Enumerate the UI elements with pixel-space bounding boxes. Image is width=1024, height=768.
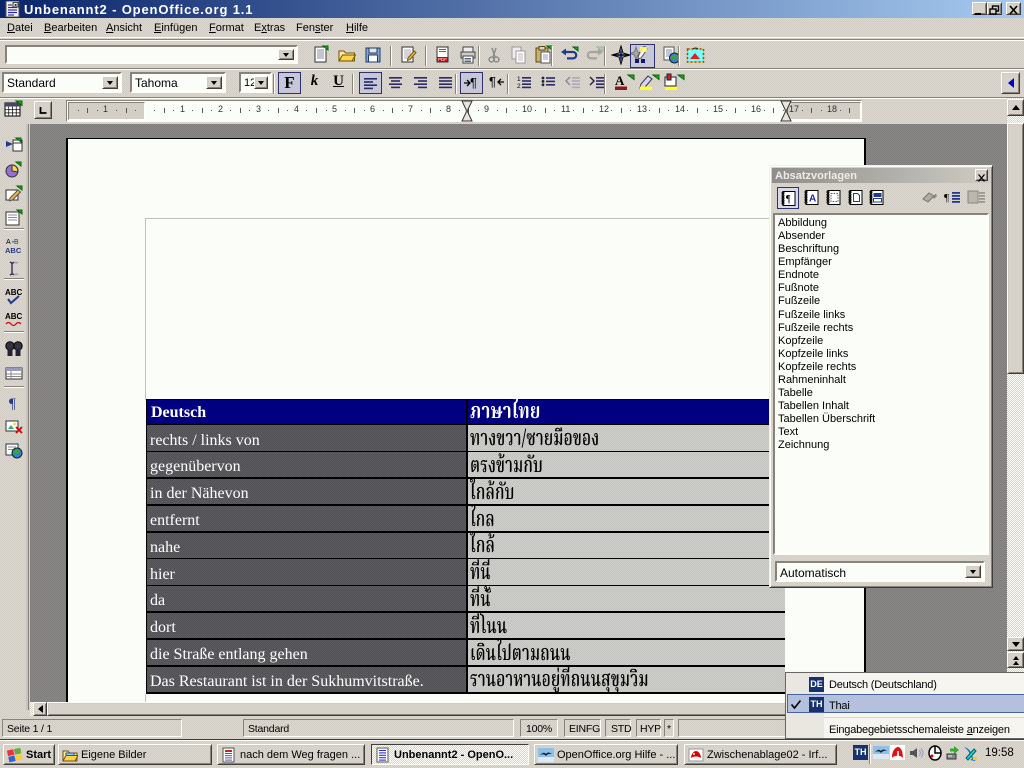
svg-text:¶: ¶ bbox=[9, 396, 16, 412]
svg-text:A: A bbox=[615, 73, 625, 88]
svg-text:ABC: ABC bbox=[5, 288, 23, 297]
svg-text:¶: ¶ bbox=[944, 192, 949, 204]
svg-text:A: A bbox=[809, 194, 816, 205]
svg-text:ABC: ABC bbox=[5, 246, 22, 255]
svg-text:PDF: PDF bbox=[438, 57, 447, 62]
svg-text:1: 1 bbox=[517, 76, 521, 83]
svg-text:¶: ¶ bbox=[786, 194, 791, 205]
svg-text:2: 2 bbox=[517, 83, 521, 90]
svg-text:ABC: ABC bbox=[5, 312, 23, 321]
svg-text:¶: ¶ bbox=[470, 75, 477, 90]
svg-text:¶: ¶ bbox=[489, 74, 496, 89]
svg-text:A: A bbox=[6, 239, 11, 246]
svg-text:B: B bbox=[14, 239, 19, 246]
